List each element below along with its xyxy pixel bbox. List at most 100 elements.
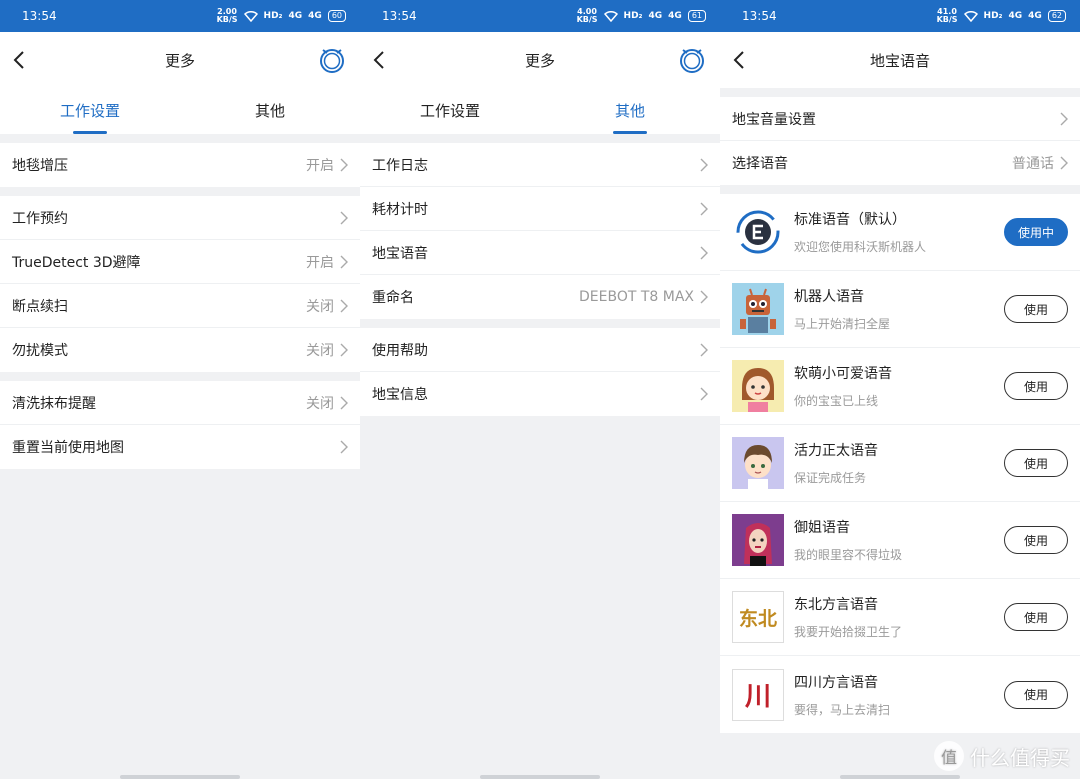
battery-icon: 60 bbox=[327, 10, 346, 22]
voice-desc: 保证完成任务 bbox=[794, 471, 867, 485]
nav-bar: 更多 bbox=[0, 32, 360, 88]
voice-use-button[interactable]: 使用 bbox=[1004, 526, 1068, 554]
voice-item: 东北 东北方言语音 我要开始拾掇卫生了 使用 bbox=[720, 579, 1080, 656]
tab-work-settings[interactable]: 工作设置 bbox=[360, 88, 540, 134]
setting-truedetect[interactable]: TrueDetect 3D避障 开启 bbox=[0, 240, 360, 284]
robot-vacuum-icon[interactable] bbox=[318, 44, 346, 74]
signal-icon: 4G bbox=[1008, 11, 1023, 21]
voice-use-button[interactable]: 使用 bbox=[1004, 449, 1068, 477]
boy-avatar-icon bbox=[732, 437, 784, 489]
chevron-right-icon bbox=[340, 343, 348, 357]
watermark-logo-icon: 值 bbox=[934, 741, 964, 771]
chevron-right-icon bbox=[700, 246, 708, 259]
setting-volume[interactable]: 地宝音量设置 bbox=[720, 97, 1080, 141]
voice-name: 软萌小可爱语音 bbox=[794, 366, 892, 382]
tab-work-settings[interactable]: 工作设置 bbox=[0, 88, 180, 134]
chevron-right-icon bbox=[340, 396, 348, 409]
page-title: 更多 bbox=[164, 51, 195, 70]
chevron-right-icon bbox=[340, 440, 348, 454]
lady-avatar-icon bbox=[732, 514, 784, 566]
chevron-right-icon bbox=[1060, 112, 1068, 125]
hd-indicator: HD₂ bbox=[983, 11, 1003, 21]
chevron-left-icon[interactable] bbox=[370, 48, 390, 72]
home-indicator[interactable] bbox=[120, 775, 240, 779]
cute-girl-avatar-icon bbox=[732, 360, 784, 412]
voice-list: 标准语音（默认） 欢迎您使用科沃斯机器人 使用中 机器人语音 马上开始清扫全屋 … bbox=[720, 194, 1080, 733]
voice-name: 活力正太语音 bbox=[794, 443, 878, 459]
chevron-right-icon bbox=[700, 202, 708, 215]
tab-other[interactable]: 其他 bbox=[180, 88, 360, 134]
voice-desc: 马上开始清扫全屋 bbox=[794, 317, 891, 331]
nav-bar: 更多 bbox=[360, 32, 720, 88]
setting-help[interactable]: 使用帮助 bbox=[360, 328, 720, 372]
setting-reset-map[interactable]: 重置当前使用地图 bbox=[0, 425, 360, 469]
watermark: 值 什么值得买 bbox=[934, 741, 1070, 771]
signal-icon: 4G bbox=[1028, 11, 1042, 21]
screen-more-work-settings: 13:54 2.00 KB/S HD₂ 4G 4G 60 更多 工作设置 其他 地… bbox=[0, 0, 360, 779]
voice-item: 软萌小可爱语音 你的宝宝已上线 使用 bbox=[720, 348, 1080, 425]
setting-mop-reminder[interactable]: 清洗抹布提醒 关闭 bbox=[0, 381, 360, 425]
robot-vacuum-icon[interactable] bbox=[678, 44, 706, 74]
voice-desc: 我的眼里容不得垃圾 bbox=[794, 548, 903, 562]
chevron-left-icon[interactable] bbox=[10, 48, 30, 72]
setting-rename[interactable]: 重命名 DEEBOT T8 MAX bbox=[360, 275, 720, 319]
setting-consumables[interactable]: 耗材计时 bbox=[360, 187, 720, 231]
wifi-icon bbox=[963, 10, 978, 22]
status-time: 13:54 bbox=[382, 9, 417, 23]
wifi-icon bbox=[603, 10, 618, 22]
chevron-left-icon[interactable] bbox=[730, 48, 750, 72]
voice-use-button[interactable]: 使用 bbox=[1004, 295, 1068, 323]
setting-carpet-boost[interactable]: 地毯增压 开启 bbox=[0, 143, 360, 187]
voice-desc: 我要开始拾掇卫生了 bbox=[794, 625, 903, 639]
settings-group: 工作预约 TrueDetect 3D避障 开启 断点续扫 关闭 勿扰模式 关闭 bbox=[0, 196, 360, 372]
setting-resume-cleaning[interactable]: 断点续扫 关闭 bbox=[0, 284, 360, 328]
home-indicator[interactable] bbox=[480, 775, 600, 779]
robot-avatar-icon bbox=[732, 283, 784, 335]
setting-schedule[interactable]: 工作预约 bbox=[0, 196, 360, 240]
voice-item: 御姐语音 我的眼里容不得垃圾 使用 bbox=[720, 502, 1080, 579]
voice-item: 川 四川方言语音 要得，马上去清扫 使用 bbox=[720, 656, 1080, 733]
wifi-icon bbox=[243, 10, 258, 22]
chevron-right-icon bbox=[700, 158, 708, 171]
voice-item: 活力正太语音 保证完成任务 使用 bbox=[720, 425, 1080, 502]
hd-indicator: HD₂ bbox=[623, 11, 643, 21]
voice-item: 标准语音（默认） 欢迎您使用科沃斯机器人 使用中 bbox=[720, 194, 1080, 271]
voice-use-button[interactable]: 使用 bbox=[1004, 680, 1068, 709]
settings-group: 使用帮助 地宝信息 bbox=[360, 328, 720, 416]
voice-item: 机器人语音 马上开始清扫全屋 使用 bbox=[720, 271, 1080, 348]
setting-do-not-disturb[interactable]: 勿扰模式 关闭 bbox=[0, 328, 360, 372]
screen-robot-voice: 13:54 41.0 KB/S HD₂ 4G 4G 62 地宝语音 地宝音量设置 … bbox=[720, 0, 1080, 779]
voice-use-button[interactable]: 使用 bbox=[1004, 372, 1068, 400]
chevron-right-icon bbox=[340, 158, 348, 172]
chevron-right-icon bbox=[340, 255, 348, 268]
voice-use-button[interactable]: 使用 bbox=[1004, 603, 1068, 631]
battery-icon: 61 bbox=[687, 10, 706, 22]
voice-name: 御姐语音 bbox=[794, 520, 850, 536]
page-title: 更多 bbox=[524, 51, 555, 70]
chevron-right-icon bbox=[700, 290, 708, 304]
setting-work-log[interactable]: 工作日志 bbox=[360, 143, 720, 187]
chevron-right-icon bbox=[700, 343, 708, 356]
watermark-text: 什么值得买 bbox=[970, 745, 1070, 770]
setting-robot-voice[interactable]: 地宝语音 bbox=[360, 231, 720, 275]
setting-robot-info[interactable]: 地宝信息 bbox=[360, 372, 720, 416]
settings-group: 清洗抹布提醒 关闭 重置当前使用地图 bbox=[0, 381, 360, 469]
voice-name: 四川方言语音 bbox=[794, 674, 878, 691]
status-time: 13:54 bbox=[22, 9, 57, 23]
signal-icon: 4G bbox=[668, 11, 682, 21]
signal-icon: 4G bbox=[308, 11, 322, 21]
voice-desc: 你的宝宝已上线 bbox=[794, 394, 879, 408]
signal-icon: 4G bbox=[648, 11, 663, 21]
sichuan-avatar-icon: 川 bbox=[732, 668, 784, 721]
home-indicator[interactable] bbox=[840, 775, 960, 779]
voice-in-use-button[interactable]: 使用中 bbox=[1004, 218, 1068, 246]
setting-language[interactable]: 选择语音 普通话 bbox=[720, 141, 1080, 185]
tab-bar: 工作设置 其他 bbox=[0, 88, 360, 134]
voice-name: 机器人语音 bbox=[794, 289, 864, 305]
network-speed: 41.0 KB/S bbox=[936, 7, 958, 24]
nav-bar: 地宝语音 bbox=[720, 32, 1080, 88]
voice-name: 东北方言语音 bbox=[794, 597, 878, 613]
voice-desc: 要得，马上去清扫 bbox=[794, 702, 891, 717]
network-speed: 4.00 KB/S bbox=[576, 7, 598, 24]
tab-other[interactable]: 其他 bbox=[540, 88, 720, 134]
